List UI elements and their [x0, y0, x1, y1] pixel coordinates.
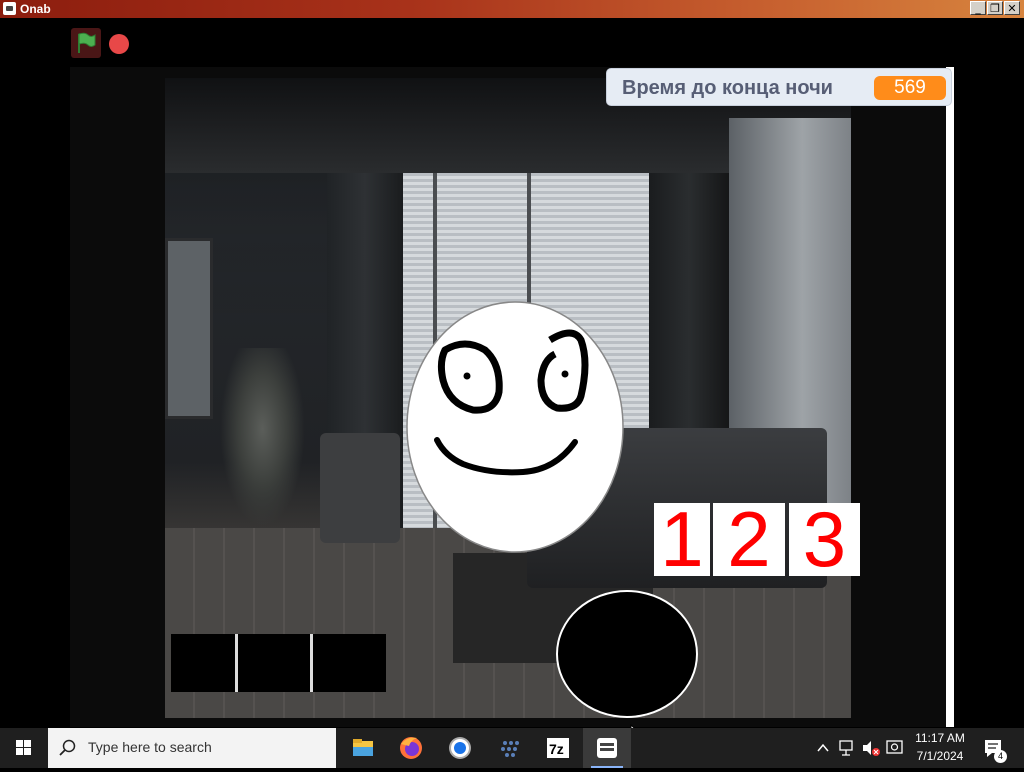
taskbar-chrome[interactable]	[436, 728, 484, 768]
feedback-tray-button[interactable]	[885, 728, 905, 768]
window-title-bar: Onab _ ❐ ✕	[0, 0, 1024, 18]
volume-muted-icon	[863, 741, 880, 756]
green-flag-icon	[78, 32, 96, 53]
window-title: Onab	[20, 2, 51, 16]
app-icon	[3, 2, 16, 15]
network-tray-button[interactable]	[838, 728, 856, 768]
stage-border	[946, 67, 954, 727]
restore-button[interactable]: ❐	[987, 1, 1003, 15]
face-sprite[interactable]	[405, 300, 625, 555]
search-placeholder: Type here to search	[88, 739, 212, 755]
black-circle-button[interactable]	[556, 590, 698, 718]
volume-tray-button[interactable]	[861, 728, 881, 768]
taskbar-blackberry[interactable]	[485, 728, 533, 768]
chrome-icon	[449, 737, 471, 759]
number-card-2[interactable]: 2	[713, 500, 785, 578]
taskbar-firefox[interactable]	[387, 728, 435, 768]
close-button[interactable]: ✕	[1004, 1, 1020, 15]
search-icon	[59, 739, 76, 756]
code-divider	[235, 634, 238, 692]
7zip-icon: 7z	[547, 738, 569, 758]
file-explorer-icon	[353, 739, 373, 756]
taskbar: Type here to search 7z 11:17 AM 7/1/2024…	[0, 728, 1024, 768]
show-hidden-icons-button[interactable]	[816, 728, 830, 768]
timer-value: 569	[874, 76, 946, 100]
start-button[interactable]	[0, 728, 48, 768]
stop-button[interactable]	[109, 34, 129, 54]
chevron-up-icon	[817, 743, 829, 752]
code-divider	[310, 634, 313, 692]
number-card-3[interactable]: 3	[789, 500, 860, 578]
blackberry-icon	[501, 741, 519, 757]
taskbar-file-explorer[interactable]	[339, 728, 387, 768]
taskbar-7zip[interactable]: 7z	[534, 728, 582, 768]
code-entry-box[interactable]	[171, 634, 386, 692]
minimize-button[interactable]: _	[970, 1, 986, 15]
tv	[165, 238, 213, 419]
green-flag-button[interactable]	[71, 28, 101, 58]
network-icon	[839, 740, 853, 756]
windows-icon	[16, 740, 31, 755]
armchair	[320, 433, 400, 543]
svg-text:7z: 7z	[549, 741, 564, 757]
number-card-1[interactable]: 1	[654, 500, 710, 578]
notification-count-badge: 4	[994, 750, 1007, 763]
taskbar-scratch[interactable]	[583, 728, 631, 768]
plant	[220, 348, 305, 528]
timer-label: Время до конца ночи	[622, 77, 833, 99]
feedback-icon	[886, 740, 903, 754]
timer-monitor: Время до конца ночи 569	[606, 68, 952, 106]
scratch-app-icon	[597, 738, 617, 758]
firefox-icon	[400, 737, 422, 759]
clock-time[interactable]: 11:17 AM	[912, 731, 968, 745]
clock-date[interactable]: 7/1/2024	[912, 749, 968, 763]
search-box[interactable]: Type here to search	[48, 728, 336, 768]
